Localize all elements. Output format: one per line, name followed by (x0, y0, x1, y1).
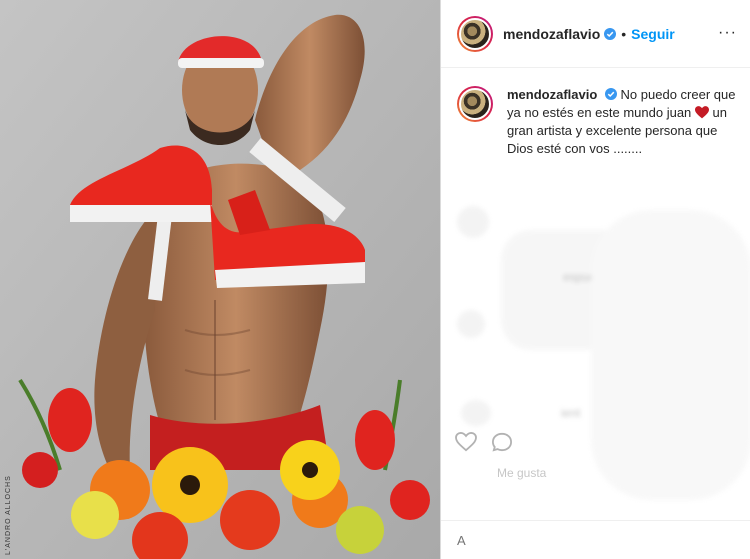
comment-composer (441, 520, 750, 559)
add-comment-input[interactable] (457, 532, 707, 548)
comment-blur (591, 210, 750, 500)
comment-fragment: ient (561, 406, 581, 420)
post-caption: mendozaflavio No puedo creer que ya no e… (457, 86, 742, 158)
likes-count-obscured[interactable]: Me gusta (497, 466, 546, 480)
photo-credit: L'ANDRO ALLOCHS (5, 475, 12, 555)
instagram-post: L'ANDRO ALLOCHS mendozaflavio • Seguir ·… (0, 0, 750, 559)
verified-badge-icon (604, 27, 617, 40)
post-actions (455, 432, 513, 452)
caption-username[interactable]: mendozaflavio (507, 87, 597, 102)
follow-button[interactable]: Seguir (631, 26, 675, 42)
author-username[interactable]: mendozaflavio (503, 26, 600, 42)
avatar-image (459, 88, 491, 120)
caption-text: mendozaflavio No puedo creer que ya no e… (507, 86, 742, 158)
post-sidebar: mendozaflavio • Seguir ··· mendozaflavio… (440, 0, 750, 559)
comment-icon[interactable] (491, 432, 513, 452)
post-header: mendozaflavio • Seguir ··· (441, 0, 750, 68)
post-photo-illustration (0, 0, 440, 559)
caption-avatar[interactable] (457, 86, 493, 122)
post-photo[interactable]: L'ANDRO ALLOCHS (0, 0, 440, 559)
more-options-icon[interactable]: ··· (718, 24, 737, 42)
heart-emoji-icon (694, 106, 709, 119)
avatar-image (459, 17, 491, 50)
separator-dot: • (621, 25, 627, 42)
comment-avatar (457, 310, 485, 338)
like-heart-icon[interactable] (455, 432, 477, 452)
author-avatar[interactable] (457, 15, 493, 52)
comment-avatar (457, 206, 489, 238)
comment-avatar (461, 400, 491, 426)
verified-badge-icon (604, 88, 617, 100)
